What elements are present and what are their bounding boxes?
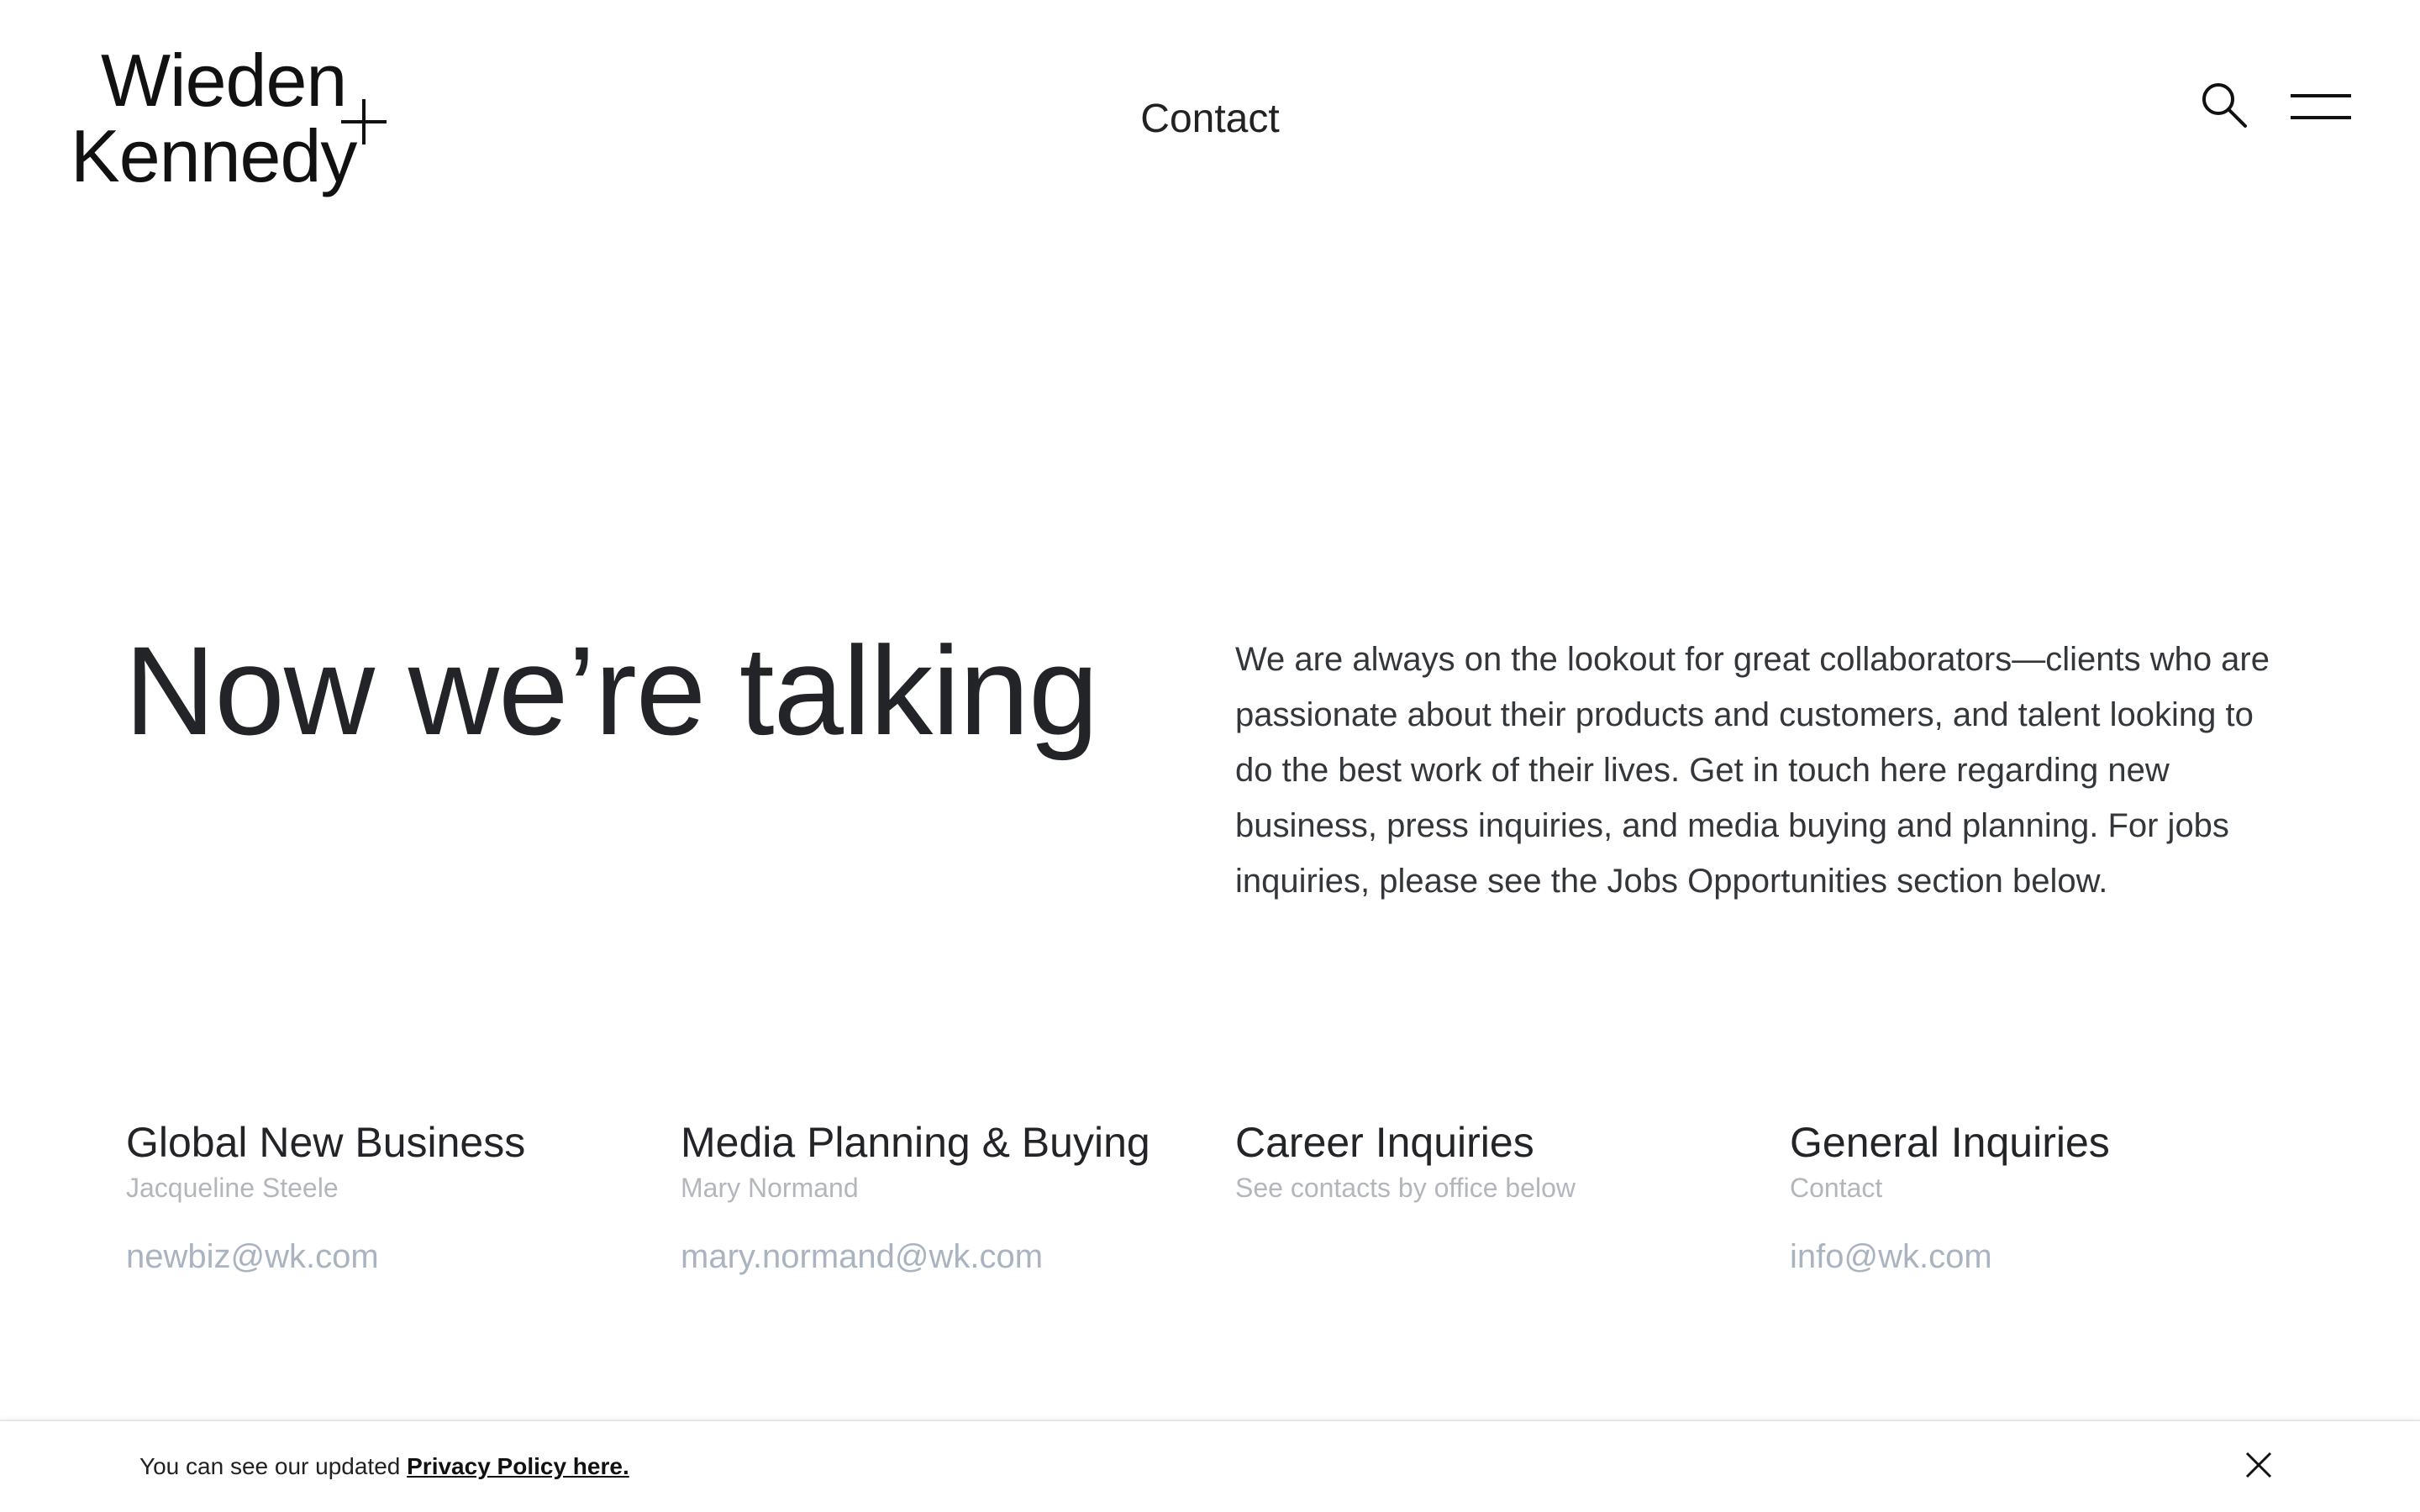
hero-intro-text: We are always on the lookout for great c… <box>1235 641 2270 900</box>
contact-heading: Media Planning & Buying <box>681 1119 1150 1166</box>
logo-line-1: Wieden <box>101 39 347 122</box>
contact-heading: Global New Business <box>126 1119 526 1166</box>
contact-email-link[interactable]: info@wk.com <box>1790 1236 1992 1277</box>
contact-person: Mary Normand <box>681 1173 859 1203</box>
logo-plus-mark <box>341 99 387 144</box>
privacy-banner: You can see our updated Privacy Policy h… <box>0 1420 2420 1512</box>
contact-email-link[interactable]: newbiz@wk.com <box>126 1236 379 1277</box>
contact-email-link[interactable]: mary.normand@wk.com <box>681 1236 1043 1277</box>
search-icon <box>2202 83 2247 128</box>
contact-person: Jacqueline Steele <box>126 1173 339 1203</box>
wieden-kennedy-logo[interactable]: Wieden Kennedy <box>71 44 390 203</box>
hamburger-menu-icon <box>2291 94 2351 97</box>
contact-media-planning-buying: Media Planning & Buying Mary Normand mar… <box>681 1117 1202 1277</box>
close-icon <box>2245 1452 2272 1478</box>
privacy-policy-link[interactable]: Privacy Policy here. <box>407 1453 629 1479</box>
contact-heading: Career Inquiries <box>1235 1119 1534 1166</box>
page-title-nav: Contact <box>1140 97 1280 141</box>
search-button[interactable] <box>2200 81 2249 129</box>
contact-general-inquiries: General Inquiries Contact info@wk.com <box>1790 1117 2311 1277</box>
privacy-banner-text: You can see our updated Privacy Policy h… <box>139 1450 629 1483</box>
privacy-banner-message: You can see our updated <box>139 1453 408 1479</box>
privacy-close-button[interactable] <box>2244 1450 2274 1480</box>
hamburger-menu-icon-bar <box>2291 116 2351 119</box>
contact-person: Contact <box>1790 1173 1883 1203</box>
contact-heading: General Inquiries <box>1790 1119 2110 1166</box>
hero-title: Now we’re talking <box>124 620 1098 761</box>
contact-global-new-business: Global New Business Jacqueline Steele ne… <box>126 1117 647 1277</box>
menu-button[interactable] <box>2291 89 2354 123</box>
contact-career-inquiries: Career Inquiries See contacts by office … <box>1235 1117 1756 1205</box>
contact-person[interactable]: See contacts by office below <box>1235 1171 1756 1205</box>
logo-line-2: Kennedy <box>71 114 357 197</box>
